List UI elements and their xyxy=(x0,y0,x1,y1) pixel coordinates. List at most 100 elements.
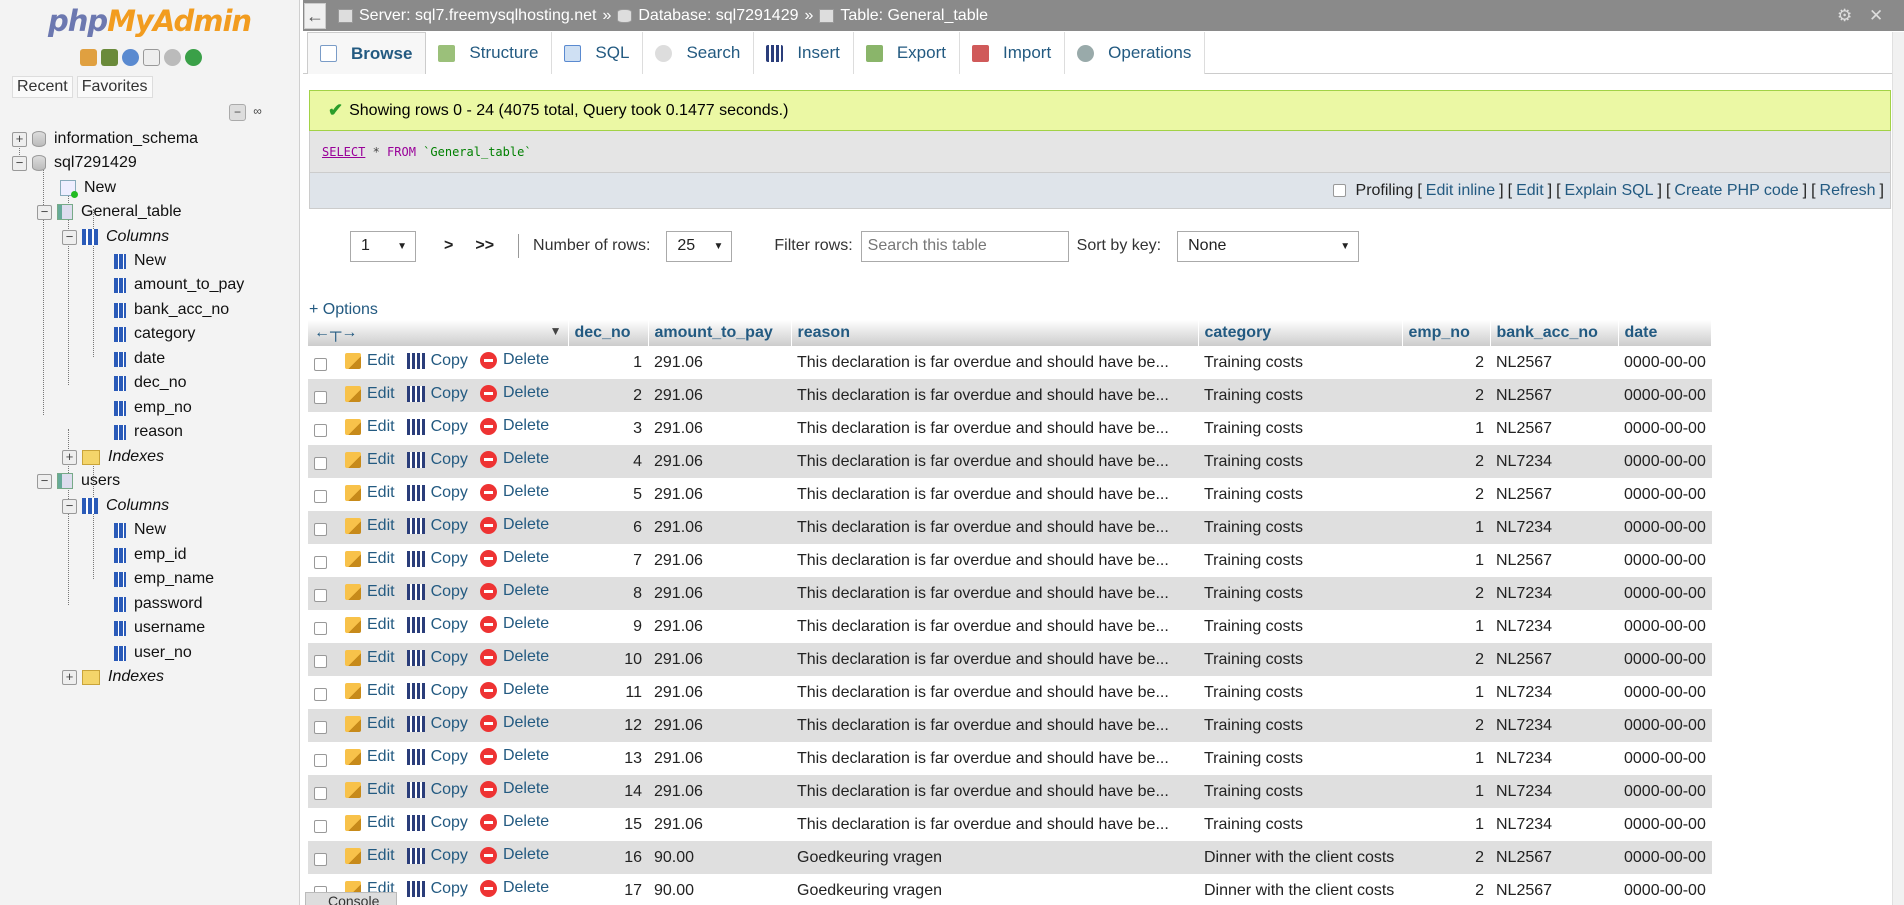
tree-table-general[interactable]: − General_table xyxy=(37,201,182,223)
home-icon[interactable] xyxy=(80,49,97,66)
cell-dec-no[interactable]: 8 xyxy=(568,577,648,610)
cell-emp-no[interactable]: 1 xyxy=(1402,511,1490,544)
row-checkbox[interactable] xyxy=(314,391,327,405)
gear-icon[interactable]: ⚙ xyxy=(1837,6,1852,26)
edit-row-button[interactable]: Edit xyxy=(345,715,395,733)
cell-dec-no[interactable]: 11 xyxy=(568,676,648,709)
cell-dec-no[interactable]: 3 xyxy=(568,412,648,445)
tree-db-sql7291429[interactable]: − sql7291429 xyxy=(12,152,137,174)
cell-dec-no[interactable]: 12 xyxy=(568,709,648,742)
column-header-reason[interactable]: reason xyxy=(791,320,1199,346)
edit-row-button[interactable]: Edit xyxy=(345,418,395,436)
delete-row-button[interactable]: Delete xyxy=(479,483,549,501)
cell-emp-no[interactable]: 1 xyxy=(1402,412,1490,445)
table-row[interactable]: Edit Copy Delete 7 291.06 This declaration is… xyxy=(308,544,1712,577)
cell-date[interactable]: 0000-00-00 xyxy=(1618,742,1712,775)
cell-category[interactable]: Training costs xyxy=(1198,610,1402,643)
cell-emp-no[interactable]: 2 xyxy=(1402,379,1490,412)
table-row[interactable]: Edit Copy Delete 16 90.00 Goedkeuring vragen D… xyxy=(308,841,1712,874)
cell-emp-no[interactable]: 1 xyxy=(1402,610,1490,643)
edit-row-button[interactable]: Edit xyxy=(345,682,395,700)
column-header-date[interactable]: date xyxy=(1618,320,1713,346)
tab-sql[interactable]: SQL xyxy=(552,32,644,74)
cell-emp-no[interactable]: 2 xyxy=(1402,874,1490,905)
cell-category[interactable]: Training costs xyxy=(1198,445,1402,478)
chevron-down-icon[interactable]: ▼ xyxy=(550,324,562,338)
reload-icon[interactable] xyxy=(185,49,202,66)
edit-row-button[interactable]: Edit xyxy=(345,847,395,865)
vertical-scrollbar[interactable] xyxy=(1892,32,1904,905)
cell-emp-no[interactable]: 1 xyxy=(1402,544,1490,577)
edit-row-button[interactable]: Edit xyxy=(345,616,395,634)
copy-row-button[interactable]: Copy xyxy=(406,748,468,766)
edit-row-button[interactable]: Edit xyxy=(345,484,395,502)
cell-bank-acc[interactable]: NL7234 xyxy=(1490,676,1618,709)
cell-date[interactable]: 0000-00-00 xyxy=(1618,577,1712,610)
edit-row-button[interactable]: Edit xyxy=(345,781,395,799)
explain-sql-link[interactable]: Explain SQL xyxy=(1565,182,1654,200)
cell-category[interactable]: Training costs xyxy=(1198,643,1402,676)
tree-column-item[interactable]: New xyxy=(114,519,166,541)
cell-dec-no[interactable]: 10 xyxy=(568,643,648,676)
create-php-link[interactable]: Create PHP code xyxy=(1674,182,1798,200)
cell-dec-no[interactable]: 15 xyxy=(568,808,648,841)
cell-emp-no[interactable]: 2 xyxy=(1402,445,1490,478)
collapse-icon[interactable]: − xyxy=(62,498,77,514)
cell-amount[interactable]: 291.06 xyxy=(648,445,791,478)
cell-reason[interactable]: This declaration is far overdue and shou… xyxy=(791,775,1198,808)
options-link[interactable]: + Options xyxy=(309,301,378,319)
tree-column-item[interactable]: reason xyxy=(114,421,183,443)
collapse-icon[interactable]: − xyxy=(12,155,27,171)
table-row[interactable]: Edit Copy Delete 10 291.06 This declaration i… xyxy=(308,643,1712,676)
row-checkbox[interactable] xyxy=(314,655,327,669)
tab-structure[interactable]: Structure xyxy=(426,32,553,74)
copy-row-button[interactable]: Copy xyxy=(406,847,468,865)
filter-input[interactable]: Search this table xyxy=(860,230,1069,262)
cell-category[interactable]: Training costs xyxy=(1198,709,1402,742)
cell-bank-acc[interactable]: NL7234 xyxy=(1490,808,1618,841)
row-checkbox[interactable] xyxy=(314,457,327,471)
delete-row-button[interactable]: Delete xyxy=(479,450,549,468)
cell-amount[interactable]: 291.06 xyxy=(648,808,791,841)
cell-bank-acc[interactable]: NL7234 xyxy=(1490,775,1618,808)
table-row[interactable]: Edit Copy Delete 8 291.06 This declaration is… xyxy=(308,577,1712,610)
tab-search[interactable]: Search xyxy=(643,32,755,74)
cell-amount[interactable]: 291.06 xyxy=(648,412,791,445)
edit-row-button[interactable]: Edit xyxy=(345,550,395,568)
delete-row-button[interactable]: Delete xyxy=(479,714,549,732)
sort-select[interactable]: None ▼ xyxy=(1177,230,1360,262)
tree-db-information-schema[interactable]: + information_schema xyxy=(12,128,198,150)
table-row[interactable]: Edit Copy Delete 13 291.06 This declaration i… xyxy=(308,742,1712,775)
last-page-button[interactable]: >> xyxy=(475,237,494,255)
tab-insert[interactable]: Insert xyxy=(754,32,854,74)
delete-row-button[interactable]: Delete xyxy=(479,384,549,402)
cell-date[interactable]: 0000-00-00 xyxy=(1618,544,1712,577)
cell-amount[interactable]: 291.06 xyxy=(648,742,791,775)
cell-reason[interactable]: This declaration is far overdue and shou… xyxy=(791,577,1198,610)
cell-amount[interactable]: 291.06 xyxy=(648,511,791,544)
cell-reason[interactable]: Goedkeuring vragen xyxy=(791,841,1198,874)
table-row[interactable]: Edit Copy Delete 11 291.06 This declaration i… xyxy=(308,676,1712,709)
cell-bank-acc[interactable]: NL2567 xyxy=(1490,346,1618,379)
row-checkbox[interactable] xyxy=(314,424,327,438)
row-checkbox[interactable] xyxy=(314,721,327,735)
cell-amount[interactable]: 291.06 xyxy=(648,610,791,643)
table-row[interactable]: Edit Copy Delete 6 291.06 This declaration is… xyxy=(308,511,1712,544)
copy-row-button[interactable]: Copy xyxy=(406,550,468,568)
copy-row-button[interactable]: Copy xyxy=(406,880,468,898)
cell-dec-no[interactable]: 5 xyxy=(568,478,648,511)
copy-row-button[interactable]: Copy xyxy=(406,517,468,535)
tree-column-item[interactable]: New xyxy=(114,250,166,272)
table-row[interactable]: Edit Copy Delete 2 291.06 This declaration is… xyxy=(308,379,1712,412)
cell-bank-acc[interactable]: NL2567 xyxy=(1490,544,1618,577)
copy-row-button[interactable]: Copy xyxy=(406,814,468,832)
row-checkbox[interactable] xyxy=(314,589,327,603)
table-row[interactable]: Edit Copy Delete 5 291.06 This declaration is… xyxy=(308,478,1712,511)
cell-date[interactable]: 0000-00-00 xyxy=(1618,643,1712,676)
copy-row-button[interactable]: Copy xyxy=(406,682,468,700)
tree-columns-users[interactable]: − Columns xyxy=(62,495,169,517)
tree-column-item[interactable]: amount_to_pay xyxy=(114,274,244,296)
table-row[interactable]: Edit Copy Delete 14 291.06 This declaration i… xyxy=(308,775,1712,808)
cell-date[interactable]: 0000-00-00 xyxy=(1618,808,1712,841)
cell-reason[interactable]: This declaration is far overdue and shou… xyxy=(791,709,1198,742)
